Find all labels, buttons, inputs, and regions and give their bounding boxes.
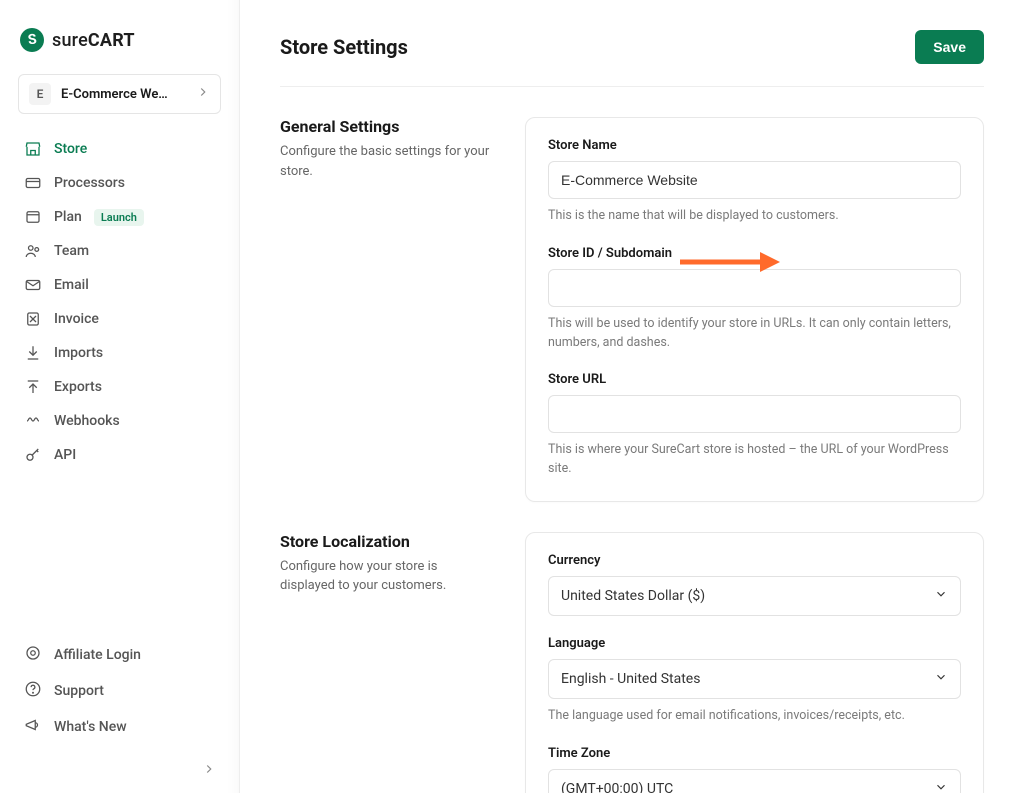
nav-plan[interactable]: Plan Launch bbox=[10, 200, 229, 234]
sidebar: S sureCART E E-Commerce We… Store Proces… bbox=[0, 0, 240, 793]
timezone-label: Time Zone bbox=[548, 746, 961, 761]
page-title: Store Settings bbox=[280, 35, 408, 59]
chevron-down-icon bbox=[934, 670, 948, 688]
store-url-input[interactable] bbox=[548, 395, 961, 433]
currency-label: Currency bbox=[548, 553, 961, 568]
nav-label: Support bbox=[54, 683, 104, 699]
footer-nav: Affiliate Login Support What's New bbox=[0, 637, 239, 751]
language-label: Language bbox=[548, 636, 961, 651]
nav-imports[interactable]: Imports bbox=[10, 336, 229, 370]
nav-store[interactable]: Store bbox=[10, 132, 229, 166]
nav-label: What's New bbox=[54, 719, 127, 735]
general-card: Store Name This is the name that will be… bbox=[525, 117, 984, 502]
store-url-help: This is where your SureCart store is hos… bbox=[548, 441, 961, 479]
nav-affiliate-login[interactable]: Affiliate Login bbox=[10, 637, 229, 673]
nav-email[interactable]: Email bbox=[10, 268, 229, 302]
section-description: Configure the basic settings for your st… bbox=[280, 142, 495, 181]
plan-badge: Launch bbox=[94, 209, 144, 226]
main-nav: Store Processors Plan Launch Team Email bbox=[0, 132, 239, 472]
nav-label: Webhooks bbox=[54, 413, 120, 429]
store-name-label: Store Name bbox=[548, 138, 961, 153]
card-icon bbox=[24, 174, 42, 192]
email-icon bbox=[24, 276, 42, 294]
currency-select[interactable]: United States Dollar ($) bbox=[548, 576, 961, 616]
chevron-down-icon bbox=[934, 587, 948, 605]
site-avatar: E bbox=[29, 83, 51, 105]
export-icon bbox=[24, 378, 42, 396]
nav-exports[interactable]: Exports bbox=[10, 370, 229, 404]
section-general: General Settings Configure the basic set… bbox=[280, 87, 984, 502]
save-button[interactable]: Save bbox=[915, 30, 984, 64]
nav-label: Invoice bbox=[54, 311, 99, 327]
site-name: E-Commerce We… bbox=[61, 87, 186, 102]
nav-whats-new[interactable]: What's New bbox=[10, 709, 229, 745]
nav-label: API bbox=[54, 447, 76, 463]
store-url-label: Store URL bbox=[548, 372, 961, 387]
affiliate-icon bbox=[24, 644, 42, 666]
brand-logo: S sureCART bbox=[0, 28, 239, 74]
section-title: Store Localization bbox=[280, 532, 495, 551]
webhook-icon bbox=[24, 412, 42, 430]
brand-mark-icon: S bbox=[20, 28, 44, 52]
import-icon bbox=[24, 344, 42, 362]
nav-label: Email bbox=[54, 277, 89, 293]
page-header: Store Settings Save bbox=[280, 30, 984, 87]
store-id-help: This will be used to identify your store… bbox=[548, 315, 961, 353]
nav-label: Exports bbox=[54, 379, 102, 395]
chevron-right-icon bbox=[196, 85, 210, 103]
nav-api[interactable]: API bbox=[10, 438, 229, 472]
store-id-input[interactable] bbox=[548, 269, 961, 307]
nav-processors[interactable]: Processors bbox=[10, 166, 229, 200]
nav-webhooks[interactable]: Webhooks bbox=[10, 404, 229, 438]
chevron-down-icon bbox=[934, 780, 948, 793]
main-content: Store Settings Save General Settings Con… bbox=[240, 0, 1024, 793]
nav-label: Processors bbox=[54, 175, 125, 191]
localization-card: Currency United States Dollar ($) Langua… bbox=[525, 532, 984, 793]
nav-label: Imports bbox=[54, 345, 103, 361]
plan-icon bbox=[24, 208, 42, 226]
nav-team[interactable]: Team bbox=[10, 234, 229, 268]
nav-label: Store bbox=[54, 141, 87, 157]
collapse-sidebar-button[interactable] bbox=[197, 757, 221, 781]
key-icon bbox=[24, 446, 42, 464]
select-value: United States Dollar ($) bbox=[561, 588, 705, 604]
language-select[interactable]: English - United States bbox=[548, 659, 961, 699]
megaphone-icon bbox=[24, 716, 42, 738]
store-name-help: This is the name that will be displayed … bbox=[548, 207, 961, 226]
nav-label: Team bbox=[54, 243, 89, 259]
nav-invoice[interactable]: Invoice bbox=[10, 302, 229, 336]
timezone-select[interactable]: (GMT+00:00) UTC bbox=[548, 769, 961, 793]
section-title: General Settings bbox=[280, 117, 495, 136]
invoice-icon bbox=[24, 310, 42, 328]
team-icon bbox=[24, 242, 42, 260]
brand-text: sureCART bbox=[52, 30, 135, 51]
section-localization: Store Localization Configure how your st… bbox=[280, 502, 984, 793]
nav-support[interactable]: Support bbox=[10, 673, 229, 709]
help-icon bbox=[24, 680, 42, 702]
select-value: English - United States bbox=[561, 671, 700, 687]
store-id-label: Store ID / Subdomain bbox=[548, 246, 961, 261]
nav-label: Affiliate Login bbox=[54, 647, 141, 663]
store-name-input[interactable] bbox=[548, 161, 961, 199]
language-help: The language used for email notification… bbox=[548, 707, 961, 726]
select-value: (GMT+00:00) UTC bbox=[561, 781, 673, 793]
nav-label: Plan bbox=[54, 209, 82, 225]
store-icon bbox=[24, 140, 42, 158]
site-switcher[interactable]: E E-Commerce We… bbox=[18, 74, 221, 114]
section-description: Configure how your store is displayed to… bbox=[280, 557, 495, 596]
